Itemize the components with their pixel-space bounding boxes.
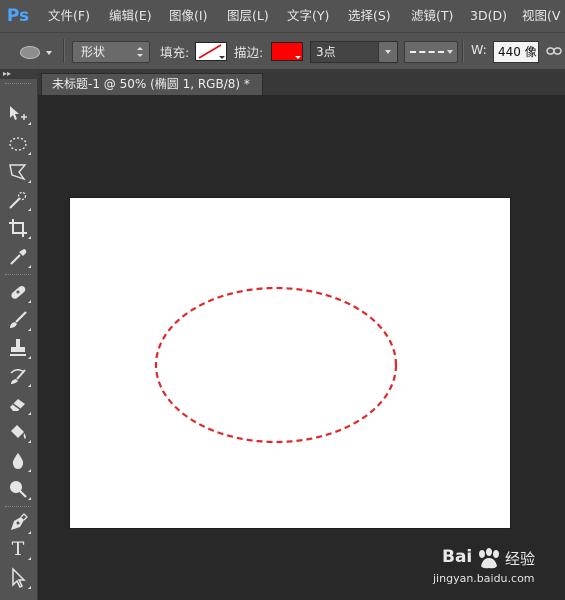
dodge-tool[interactable] [4, 476, 32, 502]
stroke-color-swatch[interactable] [271, 42, 303, 61]
eraser-tool[interactable] [4, 391, 32, 417]
divider [462, 39, 463, 63]
eyedropper-tool[interactable] [4, 244, 32, 270]
quick-selection-icon [9, 191, 27, 209]
width-value: 440 像 [498, 45, 537, 59]
chevron-down-icon [378, 42, 397, 62]
width-input[interactable]: 440 像 [493, 41, 539, 63]
pen-icon [11, 513, 28, 530]
crop-icon [9, 219, 27, 237]
baidu-jingyan-watermark: Bai 经验 jingyan.baidu.com [433, 547, 560, 593]
healing-tool[interactable] [4, 279, 32, 305]
marquee-tool[interactable] [4, 131, 32, 157]
move-tool[interactable] [4, 101, 32, 127]
collapse-arrows-icon[interactable]: ▸▸ [0, 69, 37, 79]
stroke-style-select[interactable] [404, 41, 458, 63]
toolbox-grip[interactable] [5, 83, 31, 87]
type-tool[interactable]: T [4, 536, 32, 562]
menu-select[interactable]: 选择(S) [348, 0, 391, 32]
tool-mode-select[interactable]: 形状 [72, 41, 150, 63]
divider [63, 39, 64, 63]
toolbox: ▸▸ T [0, 69, 38, 600]
fill-label: 填充: [160, 45, 190, 60]
paint-bucket-tool[interactable] [4, 419, 32, 445]
menu-filter[interactable]: 滤镜(T) [411, 0, 453, 32]
brush-icon [10, 311, 27, 328]
clone-stamp-tool[interactable] [4, 335, 32, 361]
link-icon[interactable] [546, 45, 562, 57]
eyedropper-icon [10, 249, 27, 265]
elliptical-marquee-icon [9, 137, 27, 151]
ellipse-tool-icon [20, 46, 40, 59]
ellipse-shape[interactable] [70, 198, 510, 528]
menu-type[interactable]: 文字(Y) [287, 0, 329, 32]
history-brush-tool[interactable] [4, 363, 32, 389]
watermark-url: jingyan.baidu.com [433, 572, 535, 585]
menu-3d[interactable]: 3D(D) [470, 0, 507, 32]
fill-swatch[interactable] [195, 42, 227, 61]
move-tool-icon [10, 106, 27, 120]
blur-icon [12, 453, 24, 469]
width-label: W: [471, 42, 487, 57]
dodge-icon [10, 481, 27, 498]
history-brush-icon [10, 369, 26, 384]
watermark-brand: Bai [442, 547, 473, 567]
menu-edit[interactable]: 编辑(E) [109, 0, 152, 32]
stroke-size-value: 3点 [316, 45, 336, 59]
spot-healing-icon [11, 285, 26, 299]
toolbox-divider [5, 274, 31, 278]
dashed-line-icon [410, 51, 444, 53]
menu-image[interactable]: 图像(I) [169, 0, 207, 32]
options-bar: 形状 填充: 描边: 3点 W: 440 像 [0, 32, 565, 70]
eraser-icon [10, 399, 25, 411]
path-selection-icon [12, 567, 26, 589]
menu-bar: Ps 文件(F) 编辑(E) 图像(I) 图层(L) 文字(Y) 选择(S) 滤… [0, 0, 565, 32]
chevron-down-icon [447, 50, 453, 54]
chevron-down-icon [295, 56, 301, 59]
menu-file[interactable]: 文件(F) [48, 0, 90, 32]
crop-tool[interactable] [4, 215, 32, 241]
paint-bucket-icon [11, 425, 26, 439]
menu-layer[interactable]: 图层(L) [227, 0, 269, 32]
blur-tool[interactable] [4, 448, 32, 474]
polygonal-lasso-icon [9, 164, 27, 181]
spinner-arrows-icon [137, 47, 143, 57]
canvas-area[interactable] [38, 95, 565, 600]
photoshop-logo: Ps [6, 6, 30, 26]
quick-selection-tool[interactable] [4, 187, 32, 213]
watermark-brand-cn: 经验 [505, 550, 536, 568]
document-canvas[interactable] [70, 198, 510, 528]
paw-logo-icon [479, 548, 499, 569]
chevron-down-icon [46, 51, 52, 55]
stroke-size-select[interactable]: 3点 [310, 41, 398, 63]
stroke-label: 描边: [234, 45, 264, 60]
clone-stamp-icon [10, 339, 26, 356]
pen-tool[interactable] [4, 510, 32, 536]
menu-view[interactable]: 视图(V [522, 0, 560, 32]
tool-preset-picker[interactable] [8, 40, 56, 62]
document-tab-strip: 未标题-1 @ 50% (椭圆 1, RGB/8) * [38, 73, 565, 96]
brush-tool[interactable] [4, 307, 32, 333]
tool-mode-value: 形状 [81, 45, 106, 59]
path-selection-tool[interactable] [4, 565, 32, 591]
lasso-tool[interactable] [4, 159, 32, 185]
chevron-down-icon [219, 56, 225, 59]
document-tab[interactable]: 未标题-1 @ 50% (椭圆 1, RGB/8) * [41, 73, 263, 96]
